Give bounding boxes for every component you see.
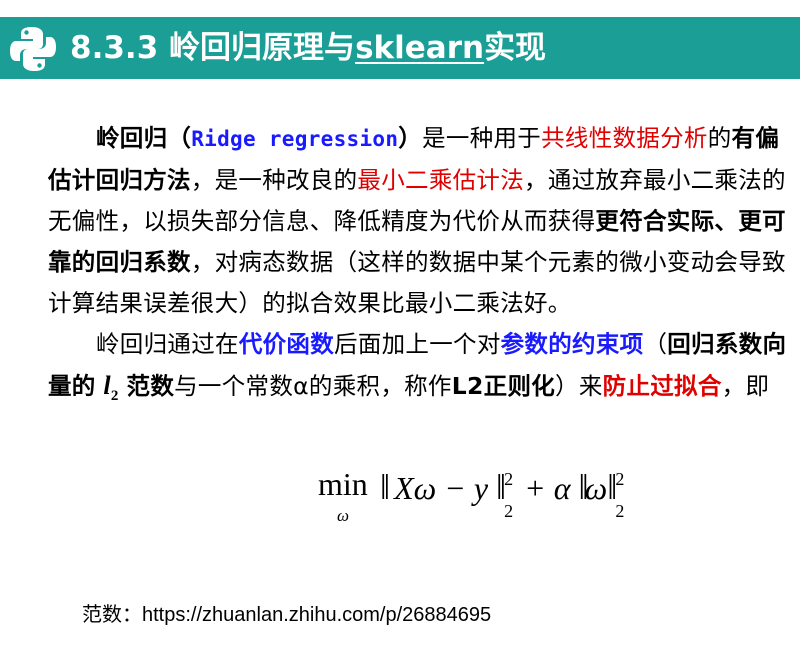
title-sklearn: sklearn bbox=[355, 30, 485, 66]
l2-symbol: l2 bbox=[103, 371, 119, 405]
paragraph-ridge-regularization: 岭回归通过在代价函数后面加上一个对参数的约束项（回归系数向量的 l2 范数与一个… bbox=[48, 330, 787, 405]
slide-body: 岭回归（Ridge regression）是一种用于共线性数据分析的有偏估计回归… bbox=[48, 118, 793, 417]
paragraph-ridge-definition: 岭回归（Ridge regression）是一种用于共线性数据分析的有偏估计回归… bbox=[48, 124, 786, 317]
slide-title: 8.3.3 岭回归原理与sklearn实现 bbox=[70, 30, 547, 66]
python-logo-icon bbox=[10, 27, 56, 71]
slide-header: 8.3.3 岭回归原理与sklearn实现 bbox=[0, 17, 800, 79]
reference-link[interactable]: 范数：https://zhuanlan.zhihu.com/p/26884695 bbox=[82, 598, 491, 627]
